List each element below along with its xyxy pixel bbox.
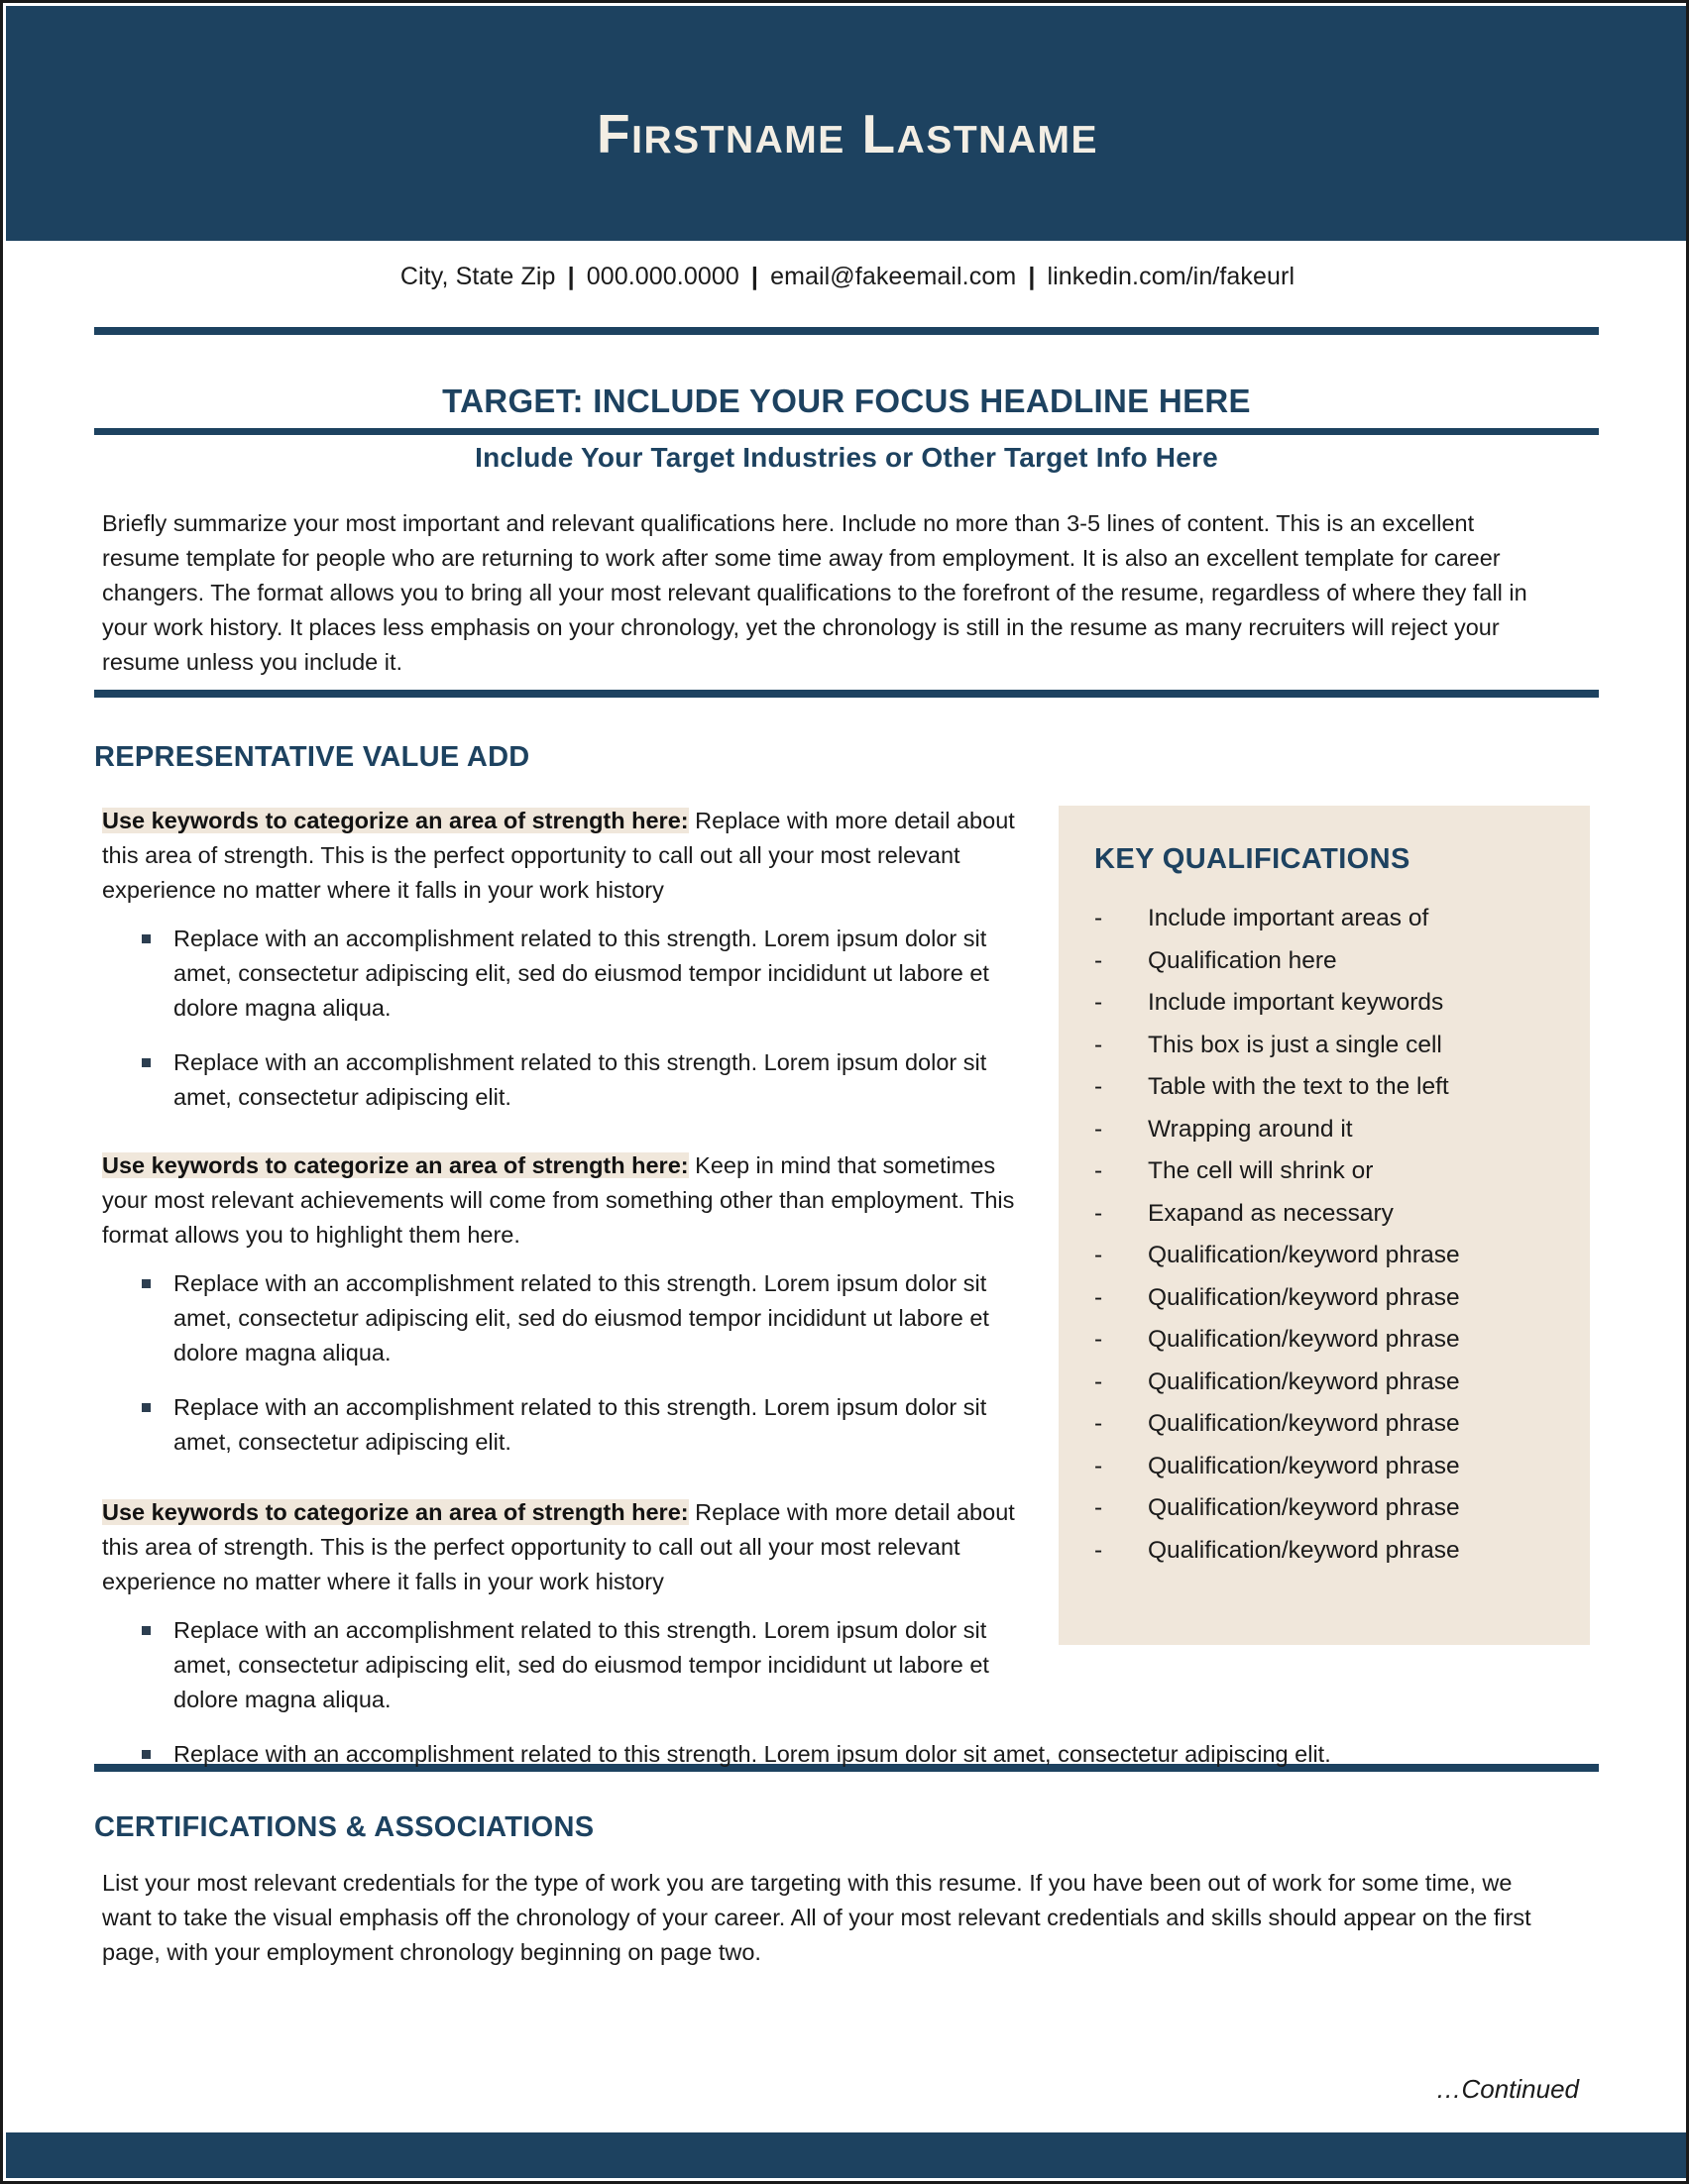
square-bullet-icon <box>142 934 151 943</box>
resume-page: Firstname Lastname City, State Zip | 000… <box>0 0 1689 2184</box>
strength-lead-label: Use keywords to categorize an area of st… <box>102 1499 689 1525</box>
list-item: Replace with an accomplishment related t… <box>102 1613 1597 1717</box>
footer-continued-label: …Continued <box>1435 2074 1579 2104</box>
footer-band <box>6 2132 1686 2178</box>
page-title: Firstname Lastname <box>597 103 1098 164</box>
square-bullet-icon <box>142 1058 151 1067</box>
square-bullet-icon <box>142 1279 151 1288</box>
contact-location: City, State Zip <box>399 263 556 290</box>
list-item: Replace with an accomplishment related t… <box>102 1390 1597 1460</box>
certifications-paragraph: List your most relevant credentials for … <box>102 1870 1531 1965</box>
contact-separator-2: | <box>750 263 759 290</box>
accomplishment-list: Replace with an accomplishment related t… <box>102 922 1597 1115</box>
header-band: Firstname Lastname <box>6 6 1686 241</box>
square-bullet-icon <box>142 1750 151 1759</box>
target-headline: TARGET: INCLUDE YOUR FOCUS HEADLINE HERE <box>442 382 1251 419</box>
contact-linkedin[interactable]: linkedin.com/in/fakeurl <box>1047 263 1295 290</box>
list-item: Replace with an accomplishment related t… <box>102 1045 1597 1115</box>
representative-value-add-content: Use keywords to categorize an area of st… <box>102 804 1597 1792</box>
list-item-label: Replace with an accomplishment related t… <box>173 1741 1331 1767</box>
list-item: Replace with an accomplishment related t… <box>102 922 1597 1026</box>
accomplishment-list: Replace with an accomplishment related t… <box>102 1266 1597 1460</box>
list-item: Replace with an accomplishment related t… <box>102 1737 1597 1772</box>
contact-email[interactable]: email@fakeemail.com <box>770 263 1016 290</box>
list-item-label: Replace with an accomplishment related t… <box>173 1049 987 1110</box>
list-item-label: Replace with an accomplishment related t… <box>173 1394 987 1455</box>
list-item-label: Replace with an accomplishment related t… <box>173 1617 989 1712</box>
target-subheadline: Include Your Target Industries or Other … <box>475 442 1218 473</box>
divider-rule-under-summary <box>94 690 1599 698</box>
square-bullet-icon <box>142 1626 151 1635</box>
strength-lead-label: Use keywords to categorize an area of st… <box>102 808 689 833</box>
summary-paragraph: Briefly summarize your most important an… <box>102 510 1527 675</box>
divider-rule-under-headline <box>94 428 1599 435</box>
contact-separator-3: | <box>1028 263 1036 290</box>
accomplishment-list: Replace with an accomplishment related t… <box>102 1613 1597 1772</box>
contact-phone: 000.000.0000 <box>586 263 739 290</box>
section-heading-representative-value-add: REPRESENTATIVE VALUE ADD <box>94 741 530 773</box>
list-item-label: Replace with an accomplishment related t… <box>173 1270 989 1365</box>
contact-line: City, State Zip | 000.000.0000 | email@f… <box>3 263 1686 291</box>
square-bullet-icon <box>142 1403 151 1412</box>
section-heading-certifications: CERTIFICATIONS & ASSOCIATIONS <box>94 1811 595 1843</box>
divider-rule-top <box>94 327 1599 335</box>
list-item: Replace with an accomplishment related t… <box>102 1266 1597 1370</box>
contact-separator-1: | <box>567 263 575 290</box>
strength-lead-label: Use keywords to categorize an area of st… <box>102 1152 689 1178</box>
list-item-label: Replace with an accomplishment related t… <box>173 926 989 1021</box>
